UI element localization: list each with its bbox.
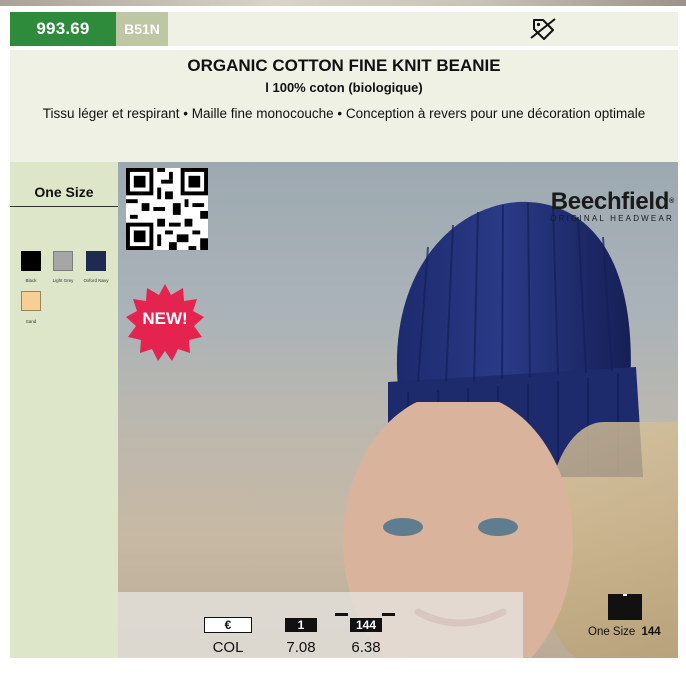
new-badge-label: NEW! [142, 309, 188, 328]
brand-logo: Beechfield® ORIGINAL HEADWEAR [518, 190, 674, 224]
product-description: Tissu léger et respirant • Maille fine m… [42, 106, 646, 121]
qty-tier-2-header: 144 [350, 618, 382, 632]
title-area: ORGANIC COTTON FINE KNIT BEANIE l 100% c… [10, 50, 678, 162]
registered-mark: ® [669, 198, 674, 205]
qr-code[interactable] [126, 168, 208, 250]
swatch-label-oxford-navy: Oxford Navy [83, 278, 109, 283]
swatch-label-black: Black [25, 278, 37, 283]
brand-name: Beechfield [550, 188, 670, 215]
brand-tagline: ORIGINAL HEADWEAR [550, 214, 674, 223]
carton-box-icon [608, 594, 642, 620]
swatch-black[interactable] [21, 251, 41, 271]
size-divider [10, 206, 118, 207]
tier-1-price: 7.08 [286, 639, 316, 656]
swatch-label-light-grey: Light Grey [52, 278, 74, 283]
product-subtitle: l 100% coton (biologique) [265, 80, 423, 95]
top-photo-strip [0, 0, 686, 6]
stock-qty: 144 [641, 626, 661, 638]
tier-2-price: 6.38 [351, 639, 381, 656]
size-label: One Size [34, 184, 94, 200]
carton-marker-right [382, 613, 395, 616]
carton-marker-left [335, 613, 348, 616]
swatch-oxford-navy[interactable] [86, 251, 106, 271]
price-badge: 993.69 [10, 12, 116, 46]
product-title: ORGANIC COTTON FINE KNIT BEANIE [187, 56, 501, 75]
swatch-label-sand: Sand [25, 319, 37, 324]
col-label: COL [212, 639, 244, 656]
left-panel: One Size Black Light Grey Oxford Navy Sa… [10, 162, 118, 658]
size-stock: One Size 144 [588, 626, 661, 638]
swatch-sand[interactable] [21, 291, 41, 311]
stock-size: One Size [588, 626, 636, 638]
product-code-badge: B51N [116, 12, 168, 46]
currency-header: € [204, 617, 252, 633]
qty-tier-1-header: 1 [285, 618, 317, 632]
swatch-light-grey[interactable] [53, 251, 73, 271]
discount-tag-icon [530, 18, 556, 40]
